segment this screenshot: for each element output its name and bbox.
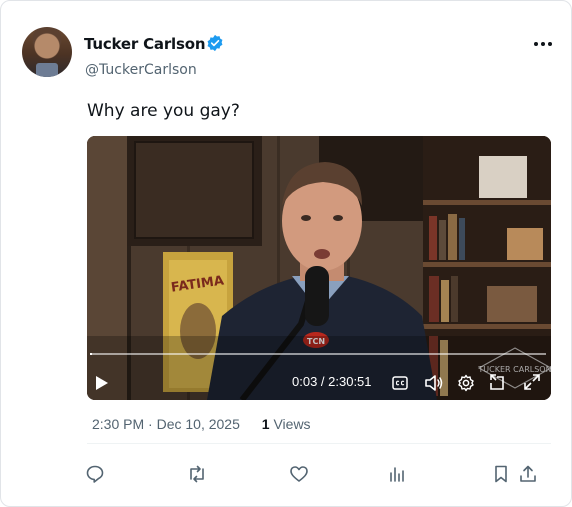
meta-separator: · (148, 416, 153, 432)
retweet-icon[interactable] (187, 464, 207, 484)
like-icon[interactable] (289, 464, 309, 484)
share-icon[interactable] (518, 464, 538, 484)
tweet-card: Tucker Carlson @TuckerCarlson Why are yo… (0, 0, 572, 507)
video-player[interactable]: FATIMA TCN TUCKER CARLSON (87, 136, 551, 400)
pip-icon[interactable] (489, 373, 507, 391)
author-name[interactable]: Tucker Carlson (84, 35, 206, 53)
avatar[interactable] (22, 27, 72, 77)
volume-icon[interactable] (424, 374, 444, 392)
progress-bar[interactable] (90, 353, 546, 355)
reply-icon[interactable] (85, 464, 105, 484)
divider (87, 443, 551, 444)
bookmark-icon[interactable] (491, 464, 511, 484)
analytics-icon[interactable] (387, 464, 407, 484)
tweet-text: Why are you gay? (87, 101, 240, 121)
more-options-icon[interactable] (531, 34, 555, 54)
play-icon[interactable] (95, 375, 109, 391)
tweet-meta: 2:30 PM · Dec 10, 2025 1 Views (92, 416, 311, 432)
author-handle[interactable]: @TuckerCarlson (85, 62, 197, 78)
fullscreen-icon[interactable] (523, 373, 541, 391)
video-time: 0:03 / 2:30:51 (292, 374, 372, 389)
views-count: 1 (261, 416, 270, 432)
tweet-time[interactable]: 2:30 PM (92, 416, 144, 432)
captions-icon[interactable] (392, 375, 408, 391)
progress-fill (90, 353, 93, 355)
tweet-date[interactable]: Dec 10, 2025 (157, 416, 240, 432)
verified-badge-icon (207, 34, 223, 52)
views-label: Views (273, 416, 311, 432)
settings-icon[interactable] (457, 374, 475, 392)
video-frame: FATIMA TCN TUCKER CARLSON (87, 136, 551, 400)
